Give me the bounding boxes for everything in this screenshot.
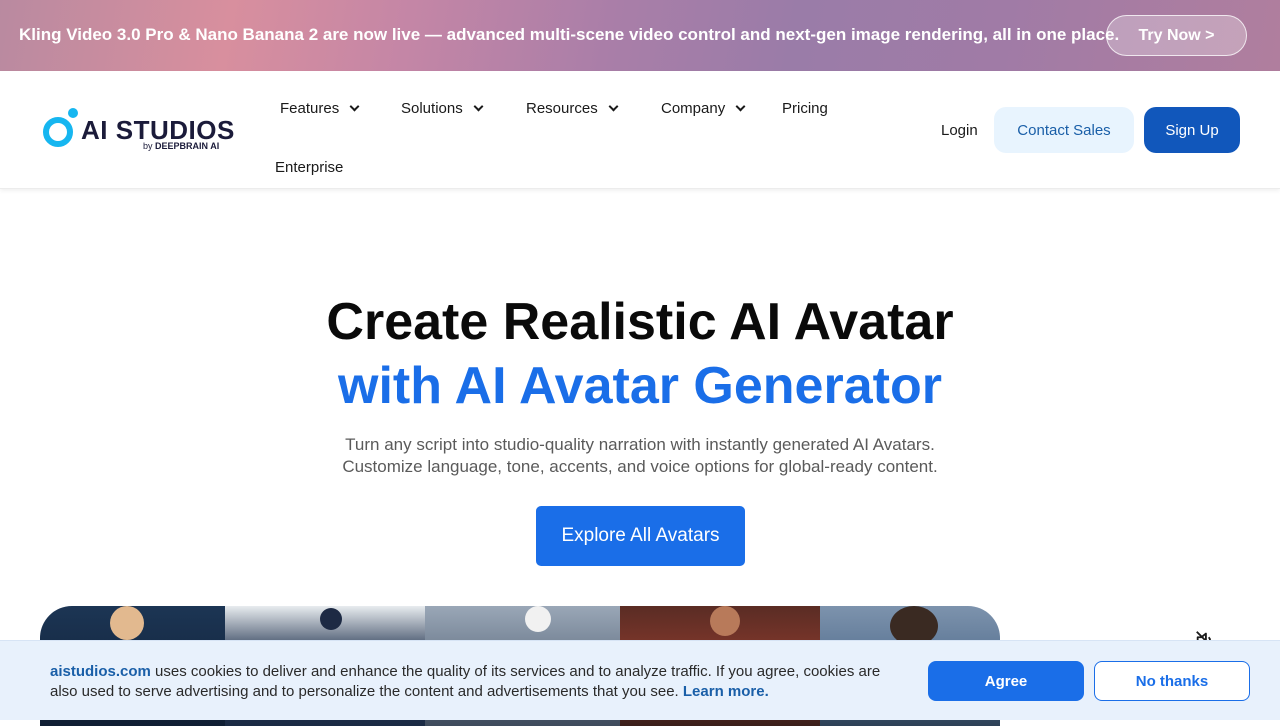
try-now-button[interactable]: Try Now > [1106, 15, 1247, 56]
hero-subtitle-line-2: Customize language, tone, accents, and v… [342, 457, 938, 476]
hero-title: Create Realistic AI Avatar [326, 293, 954, 351]
nav-enterprise-label: Enterprise [275, 159, 344, 176]
chevron-down-icon [473, 101, 484, 112]
nav-resources[interactable]: Resources [526, 100, 619, 117]
no-thanks-button[interactable]: No thanks [1094, 661, 1250, 701]
chevron-down-icon [608, 101, 619, 112]
nav-solutions[interactable]: Solutions [401, 100, 484, 117]
hero-title-highlight: with AI Avatar Generator [338, 357, 942, 415]
nav-pricing-label: Pricing [782, 100, 828, 117]
site-header: AI STUDIOS by DEEPBRAIN AI Features Solu… [0, 71, 1280, 189]
chevron-down-icon [735, 101, 746, 112]
nav-pricing[interactable]: Pricing [782, 100, 828, 117]
nav-features[interactable]: Features [280, 100, 360, 117]
contact-sales-button[interactable]: Contact Sales [994, 107, 1134, 153]
sign-up-button[interactable]: Sign Up [1144, 107, 1240, 153]
logo[interactable]: AI STUDIOS by DEEPBRAIN AI [43, 107, 234, 153]
cookie-message: aistudios.com uses cookies to deliver an… [50, 662, 910, 702]
hero-subtitle: Turn any script into studio-quality narr… [0, 434, 1280, 478]
login-link[interactable]: Login [941, 122, 978, 139]
avatar-figure [525, 606, 551, 632]
announcement-text: Kling Video 3.0 Pro & Nano Banana 2 are … [19, 25, 1120, 44]
learn-more-link[interactable]: Learn more. [683, 683, 769, 700]
nav-solutions-label: Solutions [401, 100, 463, 117]
nav-company-label: Company [661, 100, 726, 117]
nav-features-label: Features [280, 100, 340, 117]
cookie-site-link[interactable]: aistudios.com [50, 663, 151, 680]
nav-resources-label: Resources [526, 100, 598, 117]
hero-subtitle-line-1: Turn any script into studio-quality narr… [345, 435, 935, 454]
logo-ring-icon [43, 117, 73, 147]
cookie-consent-bar: aistudios.com uses cookies to deliver an… [0, 640, 1280, 720]
avatar-figure [110, 606, 144, 640]
avatar-figure [710, 606, 740, 636]
chevron-down-icon [349, 101, 360, 112]
logo-byline: by DEEPBRAIN AI [143, 141, 220, 151]
avatar-figure [320, 608, 342, 630]
nav-enterprise[interactable]: Enterprise [275, 159, 343, 176]
explore-all-avatars-button[interactable]: Explore All Avatars [536, 506, 745, 566]
nav-company[interactable]: Company [661, 100, 746, 117]
agree-button[interactable]: Agree [928, 661, 1084, 701]
announcement-banner: Kling Video 3.0 Pro & Nano Banana 2 are … [0, 0, 1280, 71]
logo-dot-icon [68, 108, 78, 118]
